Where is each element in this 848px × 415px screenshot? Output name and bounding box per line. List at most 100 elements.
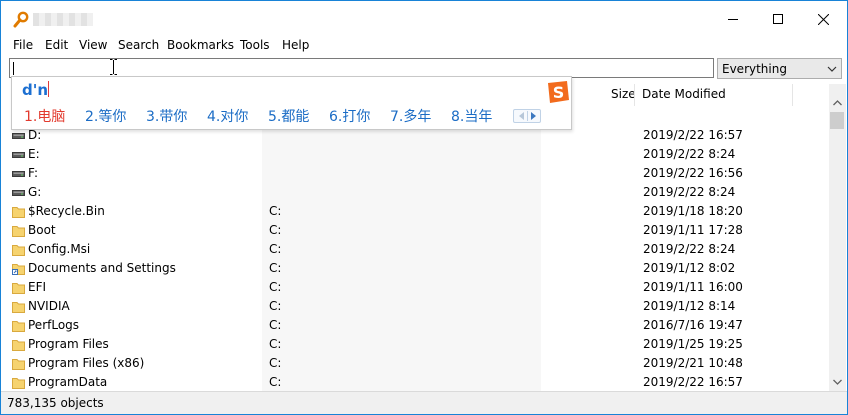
- menu-search[interactable]: Search: [118, 38, 159, 52]
- object-count: 783,135 objects: [7, 396, 104, 410]
- ime-candidate-7[interactable]: 7.多年: [390, 106, 431, 126]
- ime-caret: [48, 81, 50, 97]
- folder-icon: [12, 280, 25, 295]
- row-path: C:: [269, 242, 282, 256]
- row-date-modified: 2019/1/12 8:02: [643, 261, 736, 275]
- menu-help[interactable]: Help: [282, 38, 309, 52]
- maximize-button[interactable]: [755, 1, 801, 37]
- row-date-modified: 2019/2/22 8:24: [643, 242, 736, 256]
- row-path: C:: [269, 337, 282, 351]
- ime-candidate-3[interactable]: 3.带你: [146, 106, 187, 126]
- table-row[interactable]: Program Files (x86) C: 2019/2/21 10:48: [9, 354, 829, 373]
- scroll-thumb[interactable]: [830, 112, 844, 129]
- menu-view[interactable]: View: [79, 38, 107, 52]
- row-date-modified: 2019/2/21 10:48: [643, 356, 743, 370]
- row-date-modified: 2019/1/11 17:28: [643, 223, 743, 237]
- app-window: File Edit View Search Bookmarks Tools He…: [0, 0, 848, 415]
- ime-candidate-6[interactable]: 6.打你: [329, 106, 370, 126]
- table-row[interactable]: $Recycle.Bin C: 2019/1/18 18:20: [9, 202, 829, 221]
- row-path: C:: [269, 223, 282, 237]
- row-name: $Recycle.Bin: [28, 204, 105, 218]
- row-name: Program Files: [28, 337, 109, 351]
- ime-candidate-5[interactable]: 5.都能: [268, 106, 309, 126]
- row-date-modified: 2019/1/25 19:25: [643, 337, 743, 351]
- table-row[interactable]: Documents and Settings C: 2019/1/12 8:02: [9, 259, 829, 278]
- row-path: C:: [269, 299, 282, 313]
- folder-icon: [12, 318, 25, 333]
- folder-icon: [12, 299, 25, 314]
- sogou-logo-icon: S: [545, 79, 571, 105]
- status-bar: 783,135 objects: [1, 391, 847, 414]
- row-name: Program Files (x86): [28, 356, 145, 370]
- scroll-down-arrow-icon[interactable]: [829, 375, 846, 389]
- folder-icon: [12, 223, 25, 238]
- table-row[interactable]: Boot C: 2019/1/11 17:28: [9, 221, 829, 240]
- row-name: ProgramData: [28, 375, 108, 389]
- ime-candidate-4[interactable]: 4.对你: [207, 106, 248, 126]
- row-date-modified: 2019/2/22 16:57: [643, 128, 743, 142]
- ime-page-arrows[interactable]: [513, 109, 541, 123]
- table-row[interactable]: E: 2019/2/22 8:24: [9, 145, 829, 164]
- row-name: NVIDIA: [28, 299, 70, 313]
- window-title-obscured: [33, 13, 93, 26]
- table-row[interactable]: PerfLogs C: 2016/7/16 19:47: [9, 316, 829, 335]
- menu-bar: File Edit View Search Bookmarks Tools He…: [1, 37, 847, 56]
- row-name: Config.Msi: [28, 242, 91, 256]
- drive-icon: [12, 166, 25, 181]
- table-row[interactable]: G: 2019/2/22 8:24: [9, 183, 829, 202]
- menu-bookmarks[interactable]: Bookmarks: [167, 38, 234, 52]
- table-row[interactable]: ProgramData C: 2019/2/22 16:57: [9, 373, 829, 391]
- filter-dropdown[interactable]: Everything: [717, 58, 842, 79]
- table-row[interactable]: F: 2019/2/22 16:56: [9, 164, 829, 183]
- column-size[interactable]: Size: [611, 87, 636, 101]
- ime-next-page-icon[interactable]: [531, 112, 536, 120]
- row-date-modified: 2019/2/22 8:24: [643, 185, 736, 199]
- row-path: C:: [269, 280, 282, 294]
- sogou-logo-letter: S: [553, 83, 565, 102]
- minimize-button[interactable]: [710, 1, 756, 37]
- table-row[interactable]: Program Files C: 2019/1/25 19:25: [9, 335, 829, 354]
- row-name: EFI: [28, 280, 47, 294]
- column-divider[interactable]: [634, 84, 635, 106]
- table-row[interactable]: EFI C: 2019/1/11 16:00: [9, 278, 829, 297]
- row-date-modified: 2019/1/12 8:14: [643, 299, 736, 313]
- folder-icon: [12, 375, 25, 390]
- scroll-up-arrow-icon[interactable]: [829, 96, 846, 110]
- row-date-modified: 2016/7/16 19:47: [643, 318, 743, 332]
- ime-prev-page-icon[interactable]: [519, 112, 524, 120]
- table-row[interactable]: Config.Msi C: 2019/2/22 8:24: [9, 240, 829, 259]
- ibeam-cursor-icon: [110, 59, 117, 75]
- results-list: D: 2019/2/22 16:57 E: 2019/2/22 8:24 F: 2019/…: [9, 106, 829, 391]
- row-date-modified: 2019/1/18 18:20: [643, 204, 743, 218]
- table-row[interactable]: NVIDIA C: 2019/1/12 8:14: [9, 297, 829, 316]
- column-date-modified[interactable]: Date Modified: [642, 87, 726, 101]
- row-name: Documents and Settings: [28, 261, 176, 275]
- vertical-scrollbar[interactable]: [829, 84, 846, 391]
- row-name: E:: [28, 147, 40, 161]
- folder-icon: [12, 356, 25, 371]
- drive-icon: [12, 147, 25, 162]
- ime-candidate-8[interactable]: 8.当年: [451, 106, 492, 126]
- row-name: Boot: [28, 223, 56, 237]
- row-path: C:: [269, 318, 282, 332]
- menu-file[interactable]: File: [13, 38, 33, 52]
- close-button[interactable]: [800, 1, 846, 37]
- ime-candidate-2[interactable]: 2.等你: [85, 106, 126, 126]
- row-name: D:: [28, 128, 42, 142]
- menu-edit[interactable]: Edit: [45, 38, 68, 52]
- column-divider[interactable]: [792, 84, 793, 106]
- shortcut-folder-icon: [12, 261, 25, 276]
- row-path: C:: [269, 261, 282, 275]
- row-path: C:: [269, 356, 282, 370]
- folder-icon: [12, 242, 25, 257]
- title-bar: [1, 1, 847, 37]
- menu-tools[interactable]: Tools: [240, 38, 270, 52]
- row-date-modified: 2019/1/11 16:00: [643, 280, 743, 294]
- chevron-down-icon: [827, 63, 837, 73]
- row-path: C:: [269, 204, 282, 218]
- ime-candidate-1[interactable]: 1.电脑: [24, 106, 65, 126]
- text-caret: [13, 62, 14, 75]
- folder-icon: [12, 204, 25, 219]
- magnifier-app-icon: [13, 11, 29, 29]
- folder-icon: [12, 337, 25, 352]
